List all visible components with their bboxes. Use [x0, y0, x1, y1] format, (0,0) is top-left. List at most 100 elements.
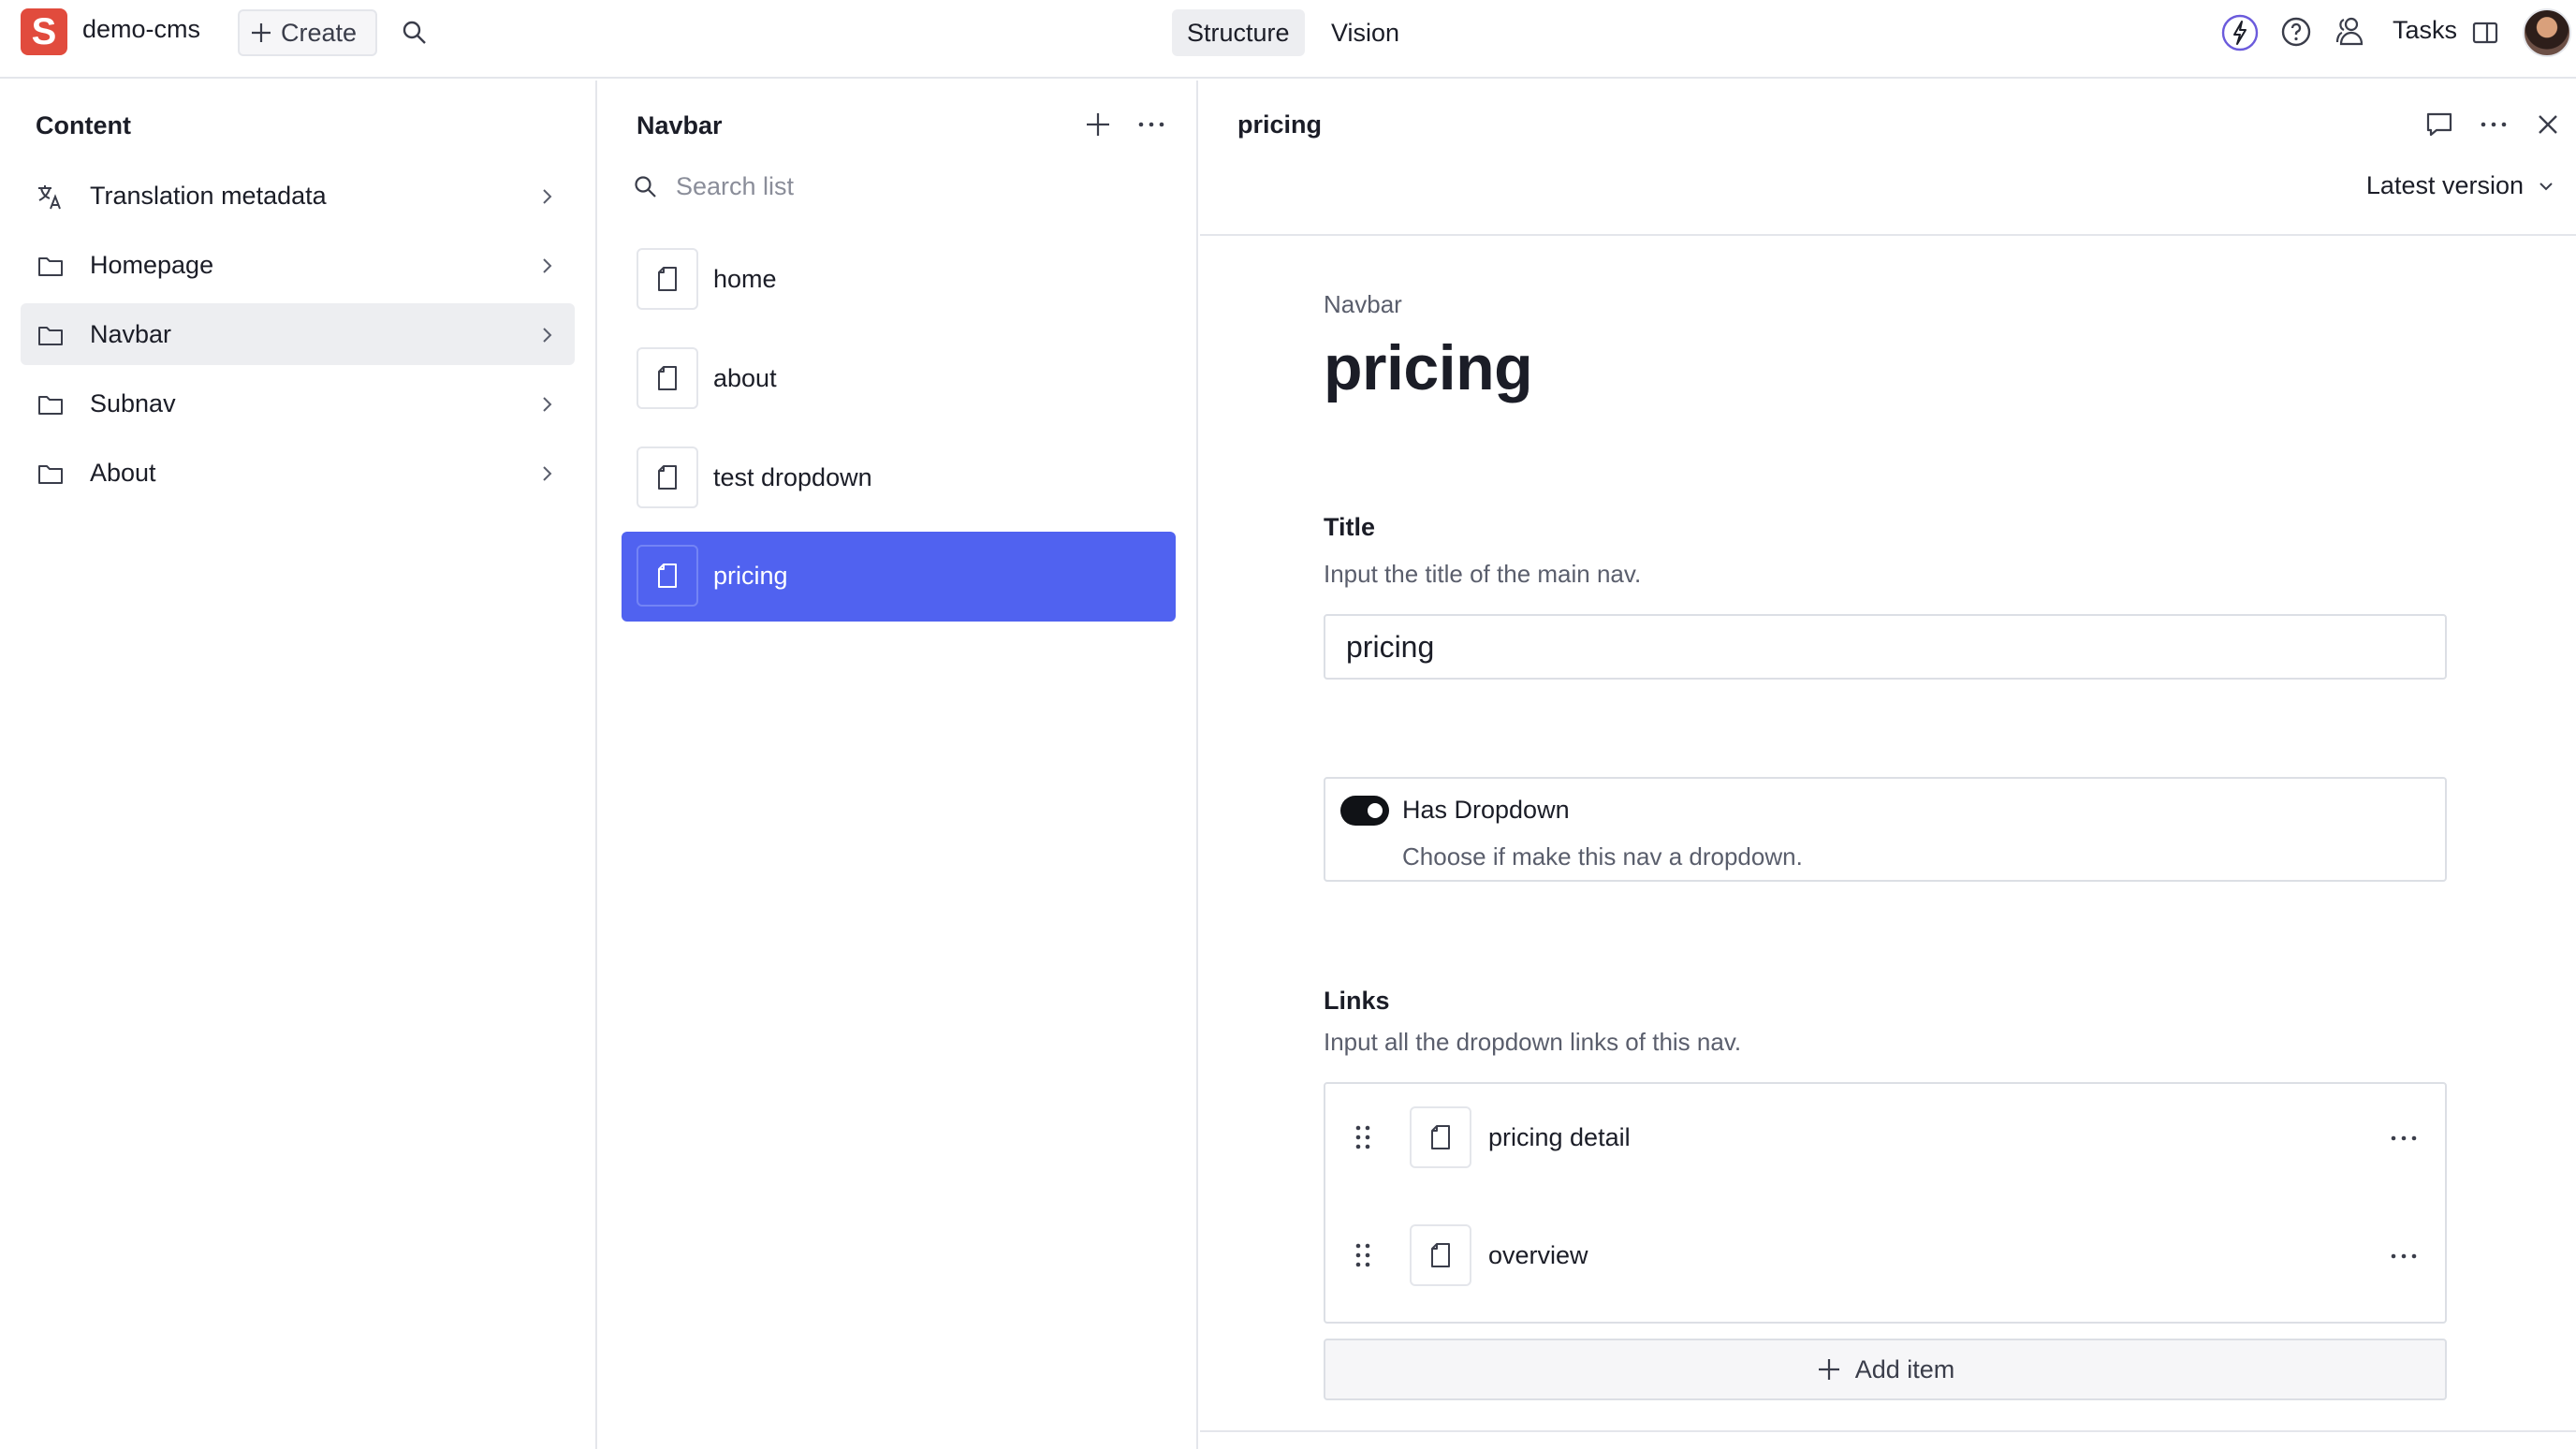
document-item-label: pricing: [713, 562, 788, 590]
document-thumbnail: [1410, 1224, 1471, 1286]
add-item-label: Add item: [1854, 1354, 1955, 1383]
sidebar-item-homepage[interactable]: Homepage: [21, 234, 575, 296]
document-header-title: pricing: [1237, 110, 1323, 139]
add-document-icon[interactable]: [1084, 110, 1112, 139]
search-icon: [635, 175, 656, 198]
document-item-label: test dropdown: [713, 463, 872, 491]
sidebar-item-subnav[interactable]: Subnav: [21, 373, 575, 434]
comment-icon[interactable]: [2424, 110, 2454, 139]
link-item-label: overview: [1488, 1241, 1588, 1269]
sidebar-item-label: Translation metadata: [90, 181, 327, 210]
chevron-right-icon: [543, 258, 552, 273]
header-divider: [1200, 234, 2576, 236]
sidebar-item-label: Navbar: [90, 319, 172, 348]
document-title: pricing: [1324, 332, 1533, 403]
create-label: Create: [281, 18, 358, 47]
collaborators-icon[interactable]: [2333, 14, 2366, 48]
create-button[interactable]: Create: [238, 9, 377, 56]
close-icon[interactable]: [2535, 111, 2561, 138]
drag-handle-icon[interactable]: [1354, 1241, 1372, 1269]
title-input[interactable]: pricing: [1324, 614, 2447, 680]
plus-icon: [1818, 1359, 1839, 1380]
document-icon: [1431, 1125, 1450, 1149]
folder-icon: [38, 327, 63, 345]
document-editor-pane: pricing Latest version Navbar pricing Ti…: [1200, 80, 2576, 1449]
drag-handle-icon[interactable]: [1354, 1123, 1372, 1151]
links-field-label: Links: [1324, 987, 1390, 1015]
document-item-label: home: [713, 265, 777, 293]
search-list-placeholder: Search list: [676, 172, 795, 200]
document-item-about[interactable]: about: [622, 334, 1176, 424]
link-item-label: pricing detail: [1488, 1123, 1631, 1151]
link-item-pricing-detail[interactable]: pricing detail: [1325, 1093, 2445, 1183]
folder-icon: [38, 396, 63, 415]
project-name[interactable]: demo-cms: [82, 15, 200, 44]
footer-divider: [1200, 1430, 2576, 1432]
document-thumbnail: [637, 446, 698, 508]
document-thumbnail: [637, 545, 698, 607]
content-pane: Content Translation metadata Homepage Na…: [0, 80, 597, 1449]
plus-icon: [252, 23, 271, 42]
chevron-right-icon: [543, 189, 552, 204]
document-item-home[interactable]: home: [622, 235, 1176, 325]
title-field-description: Input the title of the main nav.: [1324, 560, 1642, 588]
document-icon: [658, 267, 677, 291]
content-pane-title: Content: [36, 111, 131, 139]
document-icon: [658, 366, 677, 390]
version-label: Latest version: [2365, 171, 2524, 199]
search-icon[interactable]: [401, 19, 429, 47]
has-dropdown-field: Has Dropdown Choose if make this nav a d…: [1324, 777, 2447, 882]
chevron-down-icon: [2539, 182, 2553, 190]
document-item-label: about: [713, 364, 777, 392]
document-icon: [658, 465, 677, 490]
sidebar-item-label: Homepage: [90, 250, 214, 279]
translate-icon: [38, 185, 61, 210]
chevron-right-icon: [543, 397, 552, 412]
document-item-test-dropdown[interactable]: test dropdown: [622, 433, 1176, 523]
more-icon[interactable]: [2389, 1127, 2419, 1149]
sidebar-item-navbar[interactable]: Navbar: [21, 303, 575, 365]
link-item-overview[interactable]: overview: [1325, 1211, 2445, 1301]
studio-app: S demo-cms Create Structure Vision Tasks…: [0, 0, 2576, 1449]
document-icon: [658, 564, 677, 588]
studio-logo[interactable]: S: [21, 8, 67, 55]
bolt-icon[interactable]: [2220, 13, 2260, 52]
sidebar-item-label: Subnav: [90, 388, 176, 417]
folder-icon: [38, 257, 63, 276]
tab-vision[interactable]: Vision: [1316, 9, 1414, 56]
breadcrumb: Navbar: [1324, 290, 1402, 318]
sidebar-item-about[interactable]: About: [21, 442, 575, 504]
document-thumbnail: [637, 248, 698, 310]
has-dropdown-label: Has Dropdown: [1402, 796, 1570, 824]
top-navbar: S demo-cms Create Structure Vision Tasks: [0, 0, 2576, 79]
more-icon[interactable]: [2389, 1245, 2419, 1267]
user-avatar[interactable]: [2523, 8, 2571, 57]
document-thumbnail: [1410, 1106, 1471, 1168]
add-item-button[interactable]: Add item: [1324, 1339, 2447, 1400]
toggle-knob: [1368, 803, 1383, 818]
has-dropdown-toggle[interactable]: [1340, 796, 1389, 826]
tab-structure[interactable]: Structure: [1172, 9, 1305, 56]
navbar-list-pane: Navbar Search list home about test dropd…: [599, 80, 1198, 1449]
document-thumbnail: [637, 347, 698, 409]
version-selector[interactable]: Latest version: [2366, 171, 2555, 200]
chevron-right-icon: [543, 466, 552, 481]
navbar-pane-title: Navbar: [637, 111, 723, 139]
folder-icon: [38, 465, 63, 484]
title-field-label: Title: [1324, 513, 1376, 541]
links-array: pricing detail overview: [1324, 1082, 2447, 1324]
help-icon[interactable]: [2280, 16, 2312, 48]
more-icon[interactable]: [1136, 110, 1166, 139]
document-item-pricing[interactable]: pricing: [622, 532, 1176, 622]
more-icon[interactable]: [2479, 110, 2509, 139]
search-list-field[interactable]: Search list: [633, 172, 794, 201]
sidebar-item-label: About: [90, 458, 156, 487]
document-icon: [1431, 1243, 1450, 1267]
has-dropdown-description: Choose if make this nav a dropdown.: [1402, 842, 1803, 871]
panel-toggle-icon[interactable]: [2471, 19, 2499, 47]
links-field-description: Input all the dropdown links of this nav…: [1324, 1028, 1742, 1056]
chevron-right-icon: [543, 328, 552, 343]
tasks-button[interactable]: Tasks: [2393, 16, 2457, 45]
sidebar-item-translation-metadata[interactable]: Translation metadata: [21, 165, 575, 227]
tasks-label: Tasks: [2393, 16, 2458, 44]
